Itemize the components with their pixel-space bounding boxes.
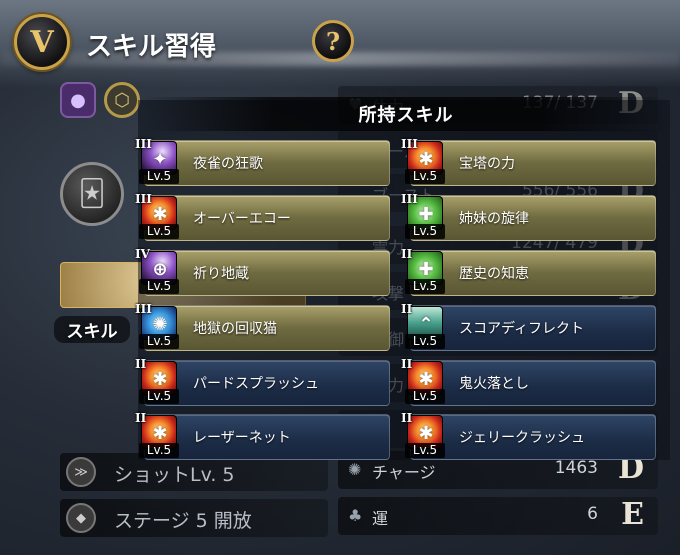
skill-icon: ✚ III Lv.5: [401, 188, 453, 240]
skill-name: レーザーネット: [193, 430, 291, 446]
skill-rank: II: [401, 411, 413, 425]
help-button[interactable]: ?: [312, 20, 354, 62]
skill-level: Lv.5: [405, 224, 445, 239]
skill-level: Lv.5: [405, 389, 445, 404]
skill-level: Lv.5: [405, 169, 445, 184]
v-badge-icon[interactable]: V: [14, 14, 70, 70]
skill-level: Lv.5: [139, 169, 179, 184]
skill-rank: III: [135, 137, 152, 151]
skill-level: Lv.5: [139, 279, 179, 294]
skill-rank: III: [135, 192, 152, 206]
skill-icon: ✱ III Lv.5: [401, 133, 453, 185]
badge-letter: V: [30, 24, 54, 60]
skill-card[interactable]: ✱ II Lv.5 レーザーネット: [135, 411, 390, 460]
skill-card[interactable]: ✦ III Lv.5 夜雀の狂歌: [135, 137, 390, 186]
skill-name: 姉妹の旋律: [459, 211, 529, 227]
stage-unlock-text: ステージ 5 開放: [114, 510, 252, 532]
skill-rank: II: [401, 302, 413, 316]
stat-row-luck: ♣ 運 6 E: [338, 497, 658, 535]
stat-value: 1463: [554, 458, 598, 478]
skill-level: Lv.5: [139, 334, 179, 349]
skill-card[interactable]: ✱ III Lv.5 宝塔の力: [401, 137, 656, 186]
skill-icon: ✚ II Lv.5: [401, 243, 453, 295]
skill-icon: ✱ II Lv.5: [401, 407, 453, 459]
clover-icon: ♣: [348, 506, 363, 525]
skill-icon: ⊕ IV Lv.5: [135, 243, 187, 295]
cards-icon: 🃏: [78, 179, 106, 209]
skill-card[interactable]: ⊕ IV Lv.5 祈り地蔵: [135, 247, 390, 296]
skill-icon: ✱ III Lv.5: [135, 188, 187, 240]
shot-icon: ≫: [66, 457, 96, 487]
skill-icon: ✺ III Lv.5: [135, 298, 187, 350]
shot-level-text: ショットLv. 5: [114, 464, 235, 486]
help-question-icon: ?: [325, 26, 341, 56]
swirl-icon: ✺: [348, 460, 362, 479]
skill-name: パードスプラッシュ: [193, 376, 319, 392]
stat-label: チャージ: [372, 463, 436, 482]
skill-name: 宝塔の力: [459, 156, 515, 172]
stat-grade: E: [621, 497, 644, 532]
skill-level: Lv.5: [139, 389, 179, 404]
skill-card[interactable]: ✚ III Lv.5 姉妹の旋律: [401, 192, 656, 241]
skill-icon: ✱ II Lv.5: [135, 353, 187, 405]
skill-name: 夜雀の狂歌: [193, 156, 263, 172]
skill-rank: II: [135, 357, 147, 371]
skill-name: 祈り地蔵: [193, 266, 249, 282]
skill-rank: III: [401, 137, 418, 151]
skill-name: ジェリークラッシュ: [459, 430, 585, 446]
skill-level: Lv.5: [405, 443, 445, 458]
skill-card[interactable]: ✱ III Lv.5 オーバーエコー: [135, 192, 390, 241]
knowledge-icon[interactable]: ●: [60, 82, 96, 118]
skill-level: Lv.5: [139, 443, 179, 458]
cards-nav-button[interactable]: 🃏: [60, 162, 124, 226]
skill-card[interactable]: ✺ III Lv.5 地獄の回収猫: [135, 302, 390, 351]
skill-icon: ⌃ II Lv.5: [401, 298, 453, 350]
skill-rank: II: [401, 247, 413, 261]
skill-name: 歴史の知恵: [459, 266, 529, 282]
skill-level: Lv.5: [405, 334, 445, 349]
skill-card[interactable]: ⌃ II Lv.5 スコアディフレクト: [401, 302, 656, 351]
page-title: スキル習得: [86, 32, 217, 62]
skill-rank: II: [135, 411, 147, 425]
skill-name: 地獄の回収猫: [193, 321, 277, 337]
skill-name: スコアディフレクト: [459, 321, 585, 337]
skill-icon: ✱ II Lv.5: [401, 353, 453, 405]
skill-card[interactable]: ✱ II Lv.5 パードスプラッシュ: [135, 357, 390, 406]
panel-title: 所持スキル: [358, 105, 454, 126]
stage-unlock-bar[interactable]: ◆ ステージ 5 開放: [60, 499, 328, 537]
diamond-icon: ◆: [66, 503, 96, 533]
skill-icon: ✱ II Lv.5: [135, 407, 187, 459]
skill-rank: II: [401, 357, 413, 371]
hexagon-icon[interactable]: ⬡: [104, 82, 140, 118]
stat-value: 6: [587, 504, 598, 524]
skill-card[interactable]: ✚ II Lv.5 歴史の知恵: [401, 247, 656, 296]
skill-name: 鬼火落とし: [459, 376, 529, 392]
skill-rank: III: [401, 192, 418, 206]
skill-rank: IV: [135, 247, 150, 261]
skill-level: Lv.5: [139, 224, 179, 239]
skill-name: オーバーエコー: [193, 211, 291, 227]
skill-icon: ✦ III Lv.5: [135, 133, 187, 185]
skill-nav-label: スキル: [54, 316, 130, 343]
skill-card[interactable]: ✱ II Lv.5 鬼火落とし: [401, 357, 656, 406]
stat-label: 運: [372, 509, 389, 528]
skill-level: Lv.5: [405, 279, 445, 294]
skill-rank: III: [135, 302, 152, 316]
skill-card[interactable]: ✱ II Lv.5 ジェリークラッシュ: [401, 411, 656, 460]
